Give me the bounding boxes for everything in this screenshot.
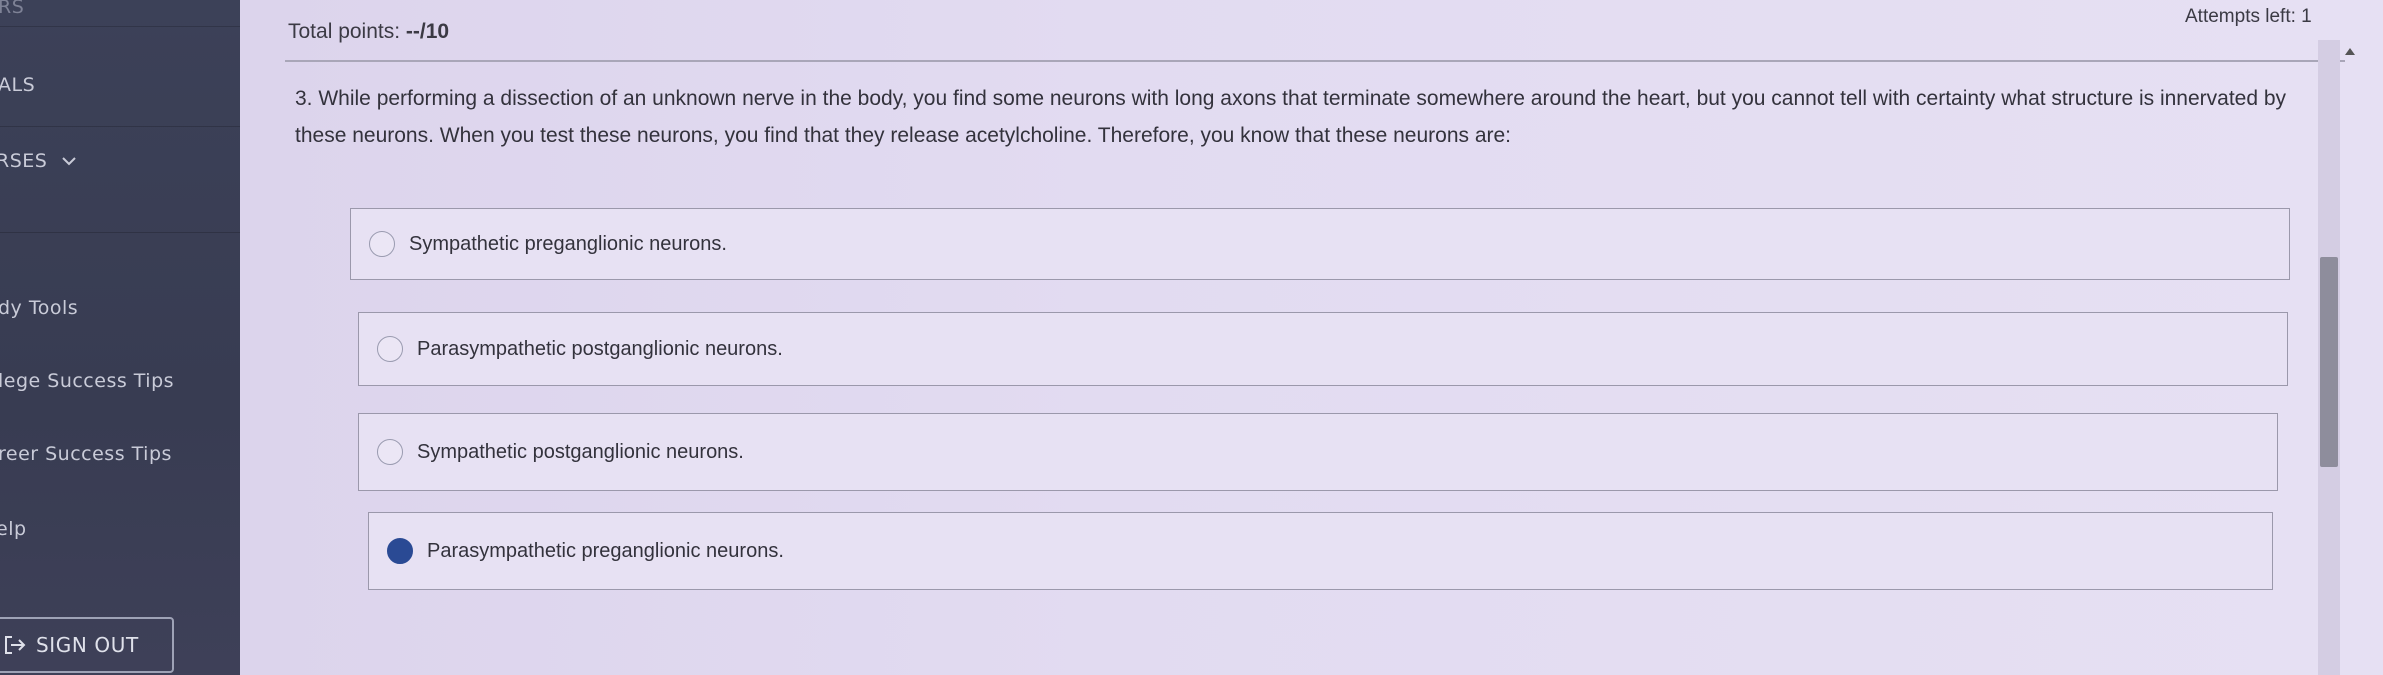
- sidebar-item-career-success-tips[interactable]: reer Success Tips: [0, 443, 172, 465]
- sidebar-divider: [0, 126, 240, 127]
- answer-option-2[interactable]: Parasympathetic postganglionic neurons.: [358, 312, 2288, 386]
- answer-option-label: Parasympathetic preganglionic neurons.: [427, 539, 784, 562]
- main-content: Total points: --/10 Attempts left: 1 3. …: [240, 0, 2383, 675]
- total-points: Total points: --/10: [288, 20, 449, 44]
- answer-option-label: Parasympathetic postganglionic neurons.: [417, 337, 783, 360]
- total-points-label: Total points:: [288, 20, 406, 43]
- sidebar-item-rses-label: RSES: [0, 150, 48, 172]
- sign-out-icon: [4, 635, 26, 655]
- sidebar-divider: [0, 232, 240, 233]
- answer-option-3[interactable]: Sympathetic postganglionic neurons.: [358, 413, 2278, 491]
- scrollbar-thumb[interactable]: [2320, 257, 2338, 467]
- sidebar-item-als[interactable]: ALS: [0, 74, 35, 96]
- answer-option-label: Sympathetic postganglionic neurons.: [417, 440, 744, 463]
- sidebar-item-study-tools[interactable]: dy Tools: [0, 297, 78, 319]
- question-text: 3. While performing a dissection of an u…: [295, 87, 2287, 147]
- sidebar-item-college-success-tips[interactable]: lege Success Tips: [0, 370, 174, 392]
- answer-option-1[interactable]: Sympathetic preganglionic neurons.: [350, 208, 2290, 280]
- answer-option-4[interactable]: Parasympathetic preganglionic neurons.: [368, 512, 2273, 590]
- sidebar-item-rses[interactable]: RSES: [0, 150, 77, 172]
- chevron-down-icon: [61, 151, 77, 170]
- sidebar: RS ALS RSES dy Tools lege Success Tips r…: [0, 0, 240, 675]
- sidebar-item-help[interactable]: elp: [0, 518, 27, 540]
- scroll-up-arrow-icon[interactable]: [2345, 48, 2355, 55]
- sidebar-divider: [0, 26, 240, 27]
- radio-button[interactable]: [369, 231, 395, 257]
- radio-button[interactable]: [377, 439, 403, 465]
- sidebar-item-rs[interactable]: RS: [0, 0, 24, 18]
- answer-option-label: Sympathetic preganglionic neurons.: [409, 232, 727, 255]
- sign-out-button[interactable]: SIGN OUT: [0, 617, 174, 673]
- radio-button[interactable]: [377, 336, 403, 362]
- attempts-left: Attempts left: 1: [2185, 6, 2312, 27]
- radio-button-selected[interactable]: [387, 538, 413, 564]
- total-points-value: --/10: [405, 20, 450, 43]
- header-divider: [285, 60, 2345, 62]
- sign-out-label: SIGN OUT: [36, 633, 139, 657]
